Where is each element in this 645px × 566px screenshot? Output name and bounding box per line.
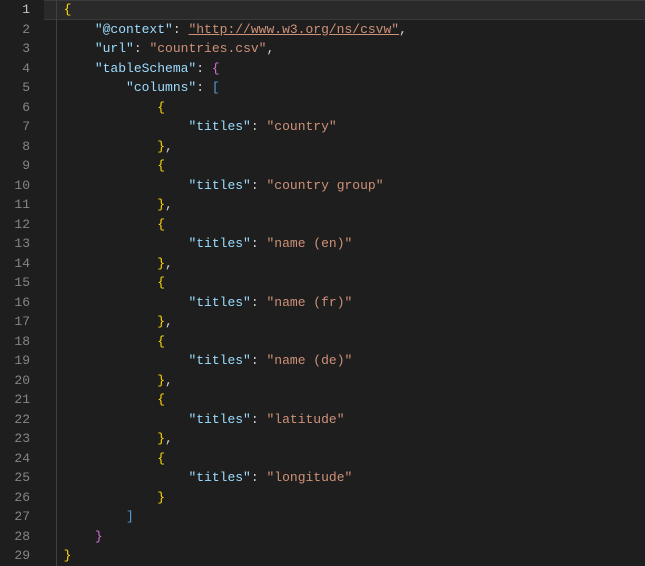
line-number: 27 [0,507,30,527]
brace-open: { [157,392,165,407]
json-key: "titles" [188,295,250,310]
line-number: 20 [0,371,30,391]
json-key: "url" [95,41,134,56]
json-string-url[interactable]: "http://www.w3.org/ns/csvw" [188,22,399,37]
code-editor[interactable]: 1 2 3 4 5 6 7 8 9 10 11 12 13 14 15 16 1… [0,0,645,566]
brace-open: { [157,334,165,349]
line-number: 17 [0,312,30,332]
line-number: 9 [0,156,30,176]
brace-open: { [212,61,220,76]
line-number: 2 [0,20,30,40]
line-number: 24 [0,449,30,469]
line-number: 23 [0,429,30,449]
brace-open: { [157,158,165,173]
code-content: { "@context": "http://www.w3.org/ns/csvw… [48,0,645,566]
line-number: 19 [0,351,30,371]
brace-close: } [157,490,165,505]
json-key: "titles" [188,470,250,485]
line-number: 7 [0,117,30,137]
line-number: 21 [0,390,30,410]
json-string: "longitude" [266,470,352,485]
json-string: "latitude" [266,412,344,427]
json-key: "@context" [95,22,173,37]
line-number: 13 [0,234,30,254]
code-area[interactable]: { "@context": "http://www.w3.org/ns/csvw… [44,0,645,566]
line-number: 1 [0,0,30,20]
brace-open: { [157,451,165,466]
line-number: 14 [0,254,30,274]
line-number: 12 [0,215,30,235]
brace-open: { [64,2,72,17]
json-key: "columns" [126,80,196,95]
line-number: 28 [0,527,30,547]
brace-open: { [157,275,165,290]
json-key: "titles" [188,236,250,251]
brace-close: } [157,373,165,388]
brace-close: } [95,529,103,544]
line-number: 22 [0,410,30,430]
json-key: "titles" [188,178,250,193]
brace-close: } [157,256,165,271]
line-number: 11 [0,195,30,215]
line-number: 5 [0,78,30,98]
json-string: "countries.csv" [149,41,266,56]
bracket-open: [ [212,80,220,95]
bracket-close: ] [126,509,134,524]
line-number: 4 [0,59,30,79]
json-string: "name (de)" [266,353,352,368]
brace-close: } [157,314,165,329]
json-string: "name (en)" [266,236,352,251]
line-number: 18 [0,332,30,352]
line-number: 15 [0,273,30,293]
brace-open: { [157,100,165,115]
line-number: 29 [0,546,30,566]
json-key: "titles" [188,353,250,368]
brace-close: } [157,139,165,154]
line-number: 8 [0,137,30,157]
line-number: 26 [0,488,30,508]
line-number: 10 [0,176,30,196]
json-key: "titles" [188,119,250,134]
line-number: 3 [0,39,30,59]
line-number: 6 [0,98,30,118]
json-string: "name (fr)" [266,295,352,310]
json-string: "country" [266,119,336,134]
line-number: 25 [0,468,30,488]
brace-close: } [64,548,72,563]
json-key: "titles" [188,412,250,427]
line-number-gutter: 1 2 3 4 5 6 7 8 9 10 11 12 13 14 15 16 1… [0,0,44,566]
json-string: "country group" [266,178,383,193]
brace-open: { [157,217,165,232]
brace-close: } [157,197,165,212]
json-key: "tableSchema" [95,61,196,76]
brace-close: } [157,431,165,446]
line-number: 16 [0,293,30,313]
